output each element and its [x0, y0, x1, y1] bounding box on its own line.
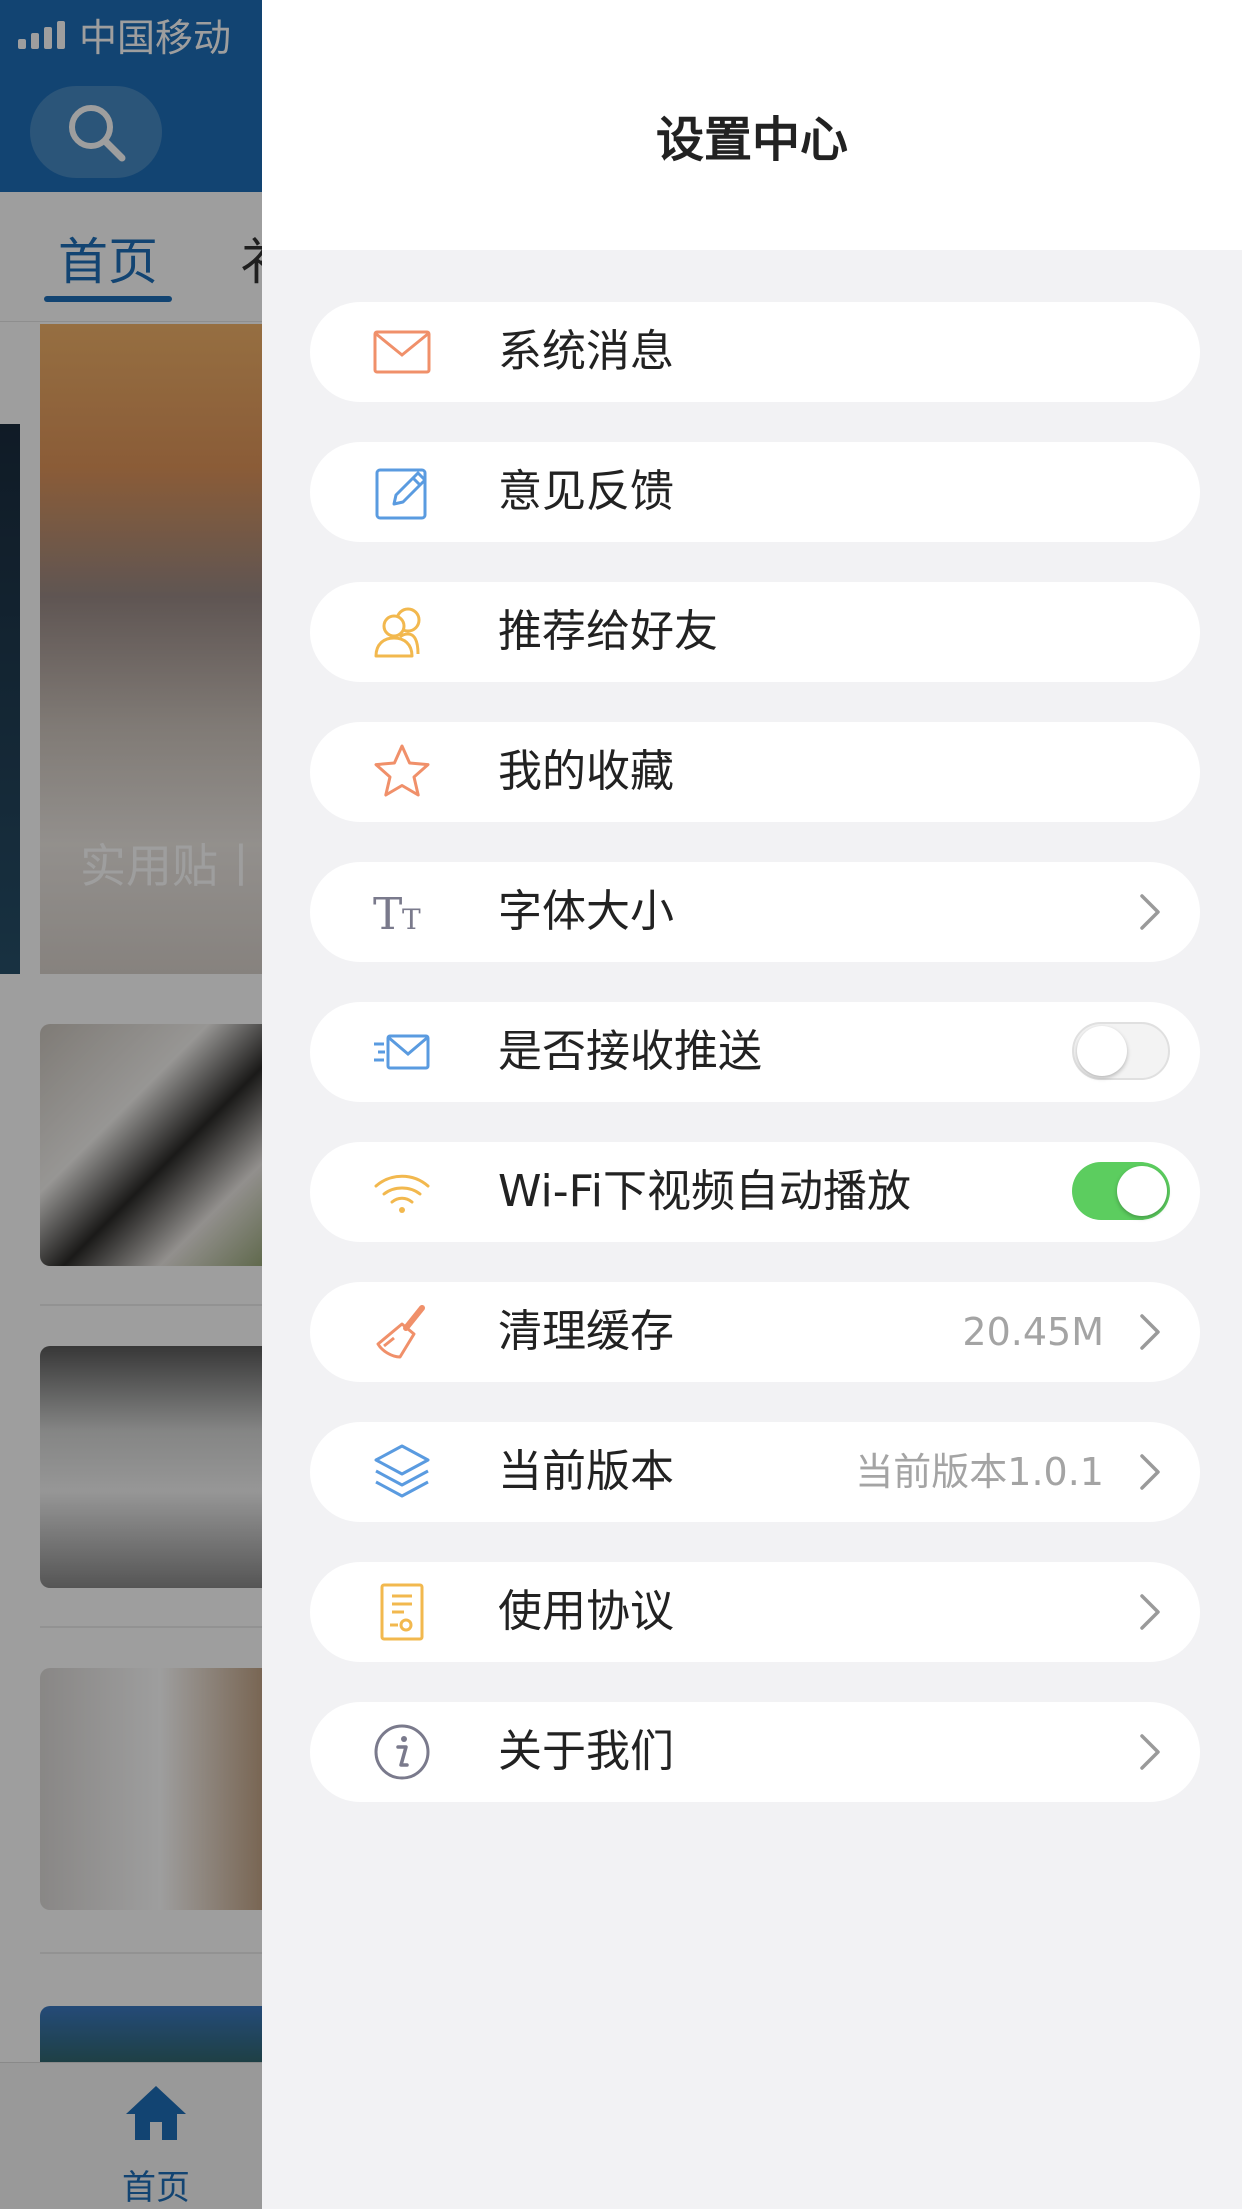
settings-item-font-size[interactable]: TT 字体大小: [310, 862, 1200, 962]
chevron-right-icon: [1140, 1734, 1160, 1770]
chevron-right-icon: [1140, 1314, 1160, 1350]
item-label: 关于我们: [498, 1726, 674, 1777]
layers-icon: [372, 1442, 432, 1502]
settings-item-terms[interactable]: 使用协议: [310, 1562, 1200, 1662]
info-icon: [372, 1722, 432, 1782]
item-label: 当前版本: [498, 1446, 674, 1497]
settings-item-recommend[interactable]: 推荐给好友: [310, 582, 1200, 682]
item-label: 字体大小: [498, 886, 674, 937]
settings-item-system-messages[interactable]: 系统消息: [310, 302, 1200, 402]
settings-item-clear-cache[interactable]: 清理缓存 20.45M: [310, 1282, 1200, 1382]
item-label: 使用协议: [498, 1586, 674, 1637]
settings-item-version[interactable]: 当前版本 当前版本1.0.1: [310, 1422, 1200, 1522]
item-label: 我的收藏: [498, 746, 674, 797]
toggle-knob: [1077, 1026, 1127, 1076]
svg-text:T: T: [402, 903, 421, 936]
item-label: 意见反馈: [498, 466, 674, 517]
item-label: 清理缓存: [498, 1306, 674, 1357]
mail-icon: [372, 322, 432, 382]
font-size-icon: TT: [372, 882, 432, 942]
cache-size-value: 20.45M: [962, 1310, 1104, 1354]
item-label: 是否接收推送: [498, 1026, 762, 1077]
chevron-right-icon: [1140, 1594, 1160, 1630]
item-label: 推荐给好友: [498, 606, 718, 657]
toggle-knob: [1117, 1166, 1167, 1216]
background-app: 中国移动 首页 衤 实用贴丨“ 首页: [0, 0, 262, 2209]
page-title: 设置中心: [655, 112, 848, 168]
version-value: 当前版本1.0.1: [855, 1450, 1104, 1494]
settings-drawer: 设置中心 系统消息 意见反馈 推荐给好友 我的收藏 T T 字体大小 是否接收推…: [262, 0, 1242, 2209]
item-label: Wi-Fi下视频自动播放: [498, 1166, 911, 1217]
chevron-right-icon: [1140, 1454, 1160, 1490]
wifi-icon: [372, 1162, 432, 1222]
users-icon: [372, 602, 432, 662]
wifi-autoplay-toggle[interactable]: [1072, 1162, 1170, 1220]
push-toggle[interactable]: [1072, 1022, 1170, 1080]
edit-icon: [372, 462, 432, 522]
chevron-right-icon: [1140, 894, 1160, 930]
settings-item-about[interactable]: 关于我们: [310, 1702, 1200, 1802]
drawer-header: 设置中心: [262, 0, 1242, 250]
document-icon: [372, 1582, 432, 1642]
settings-item-feedback[interactable]: 意见反馈: [310, 442, 1200, 542]
dim-overlay[interactable]: [0, 0, 262, 2209]
item-label: 系统消息: [498, 326, 674, 377]
push-mail-icon: [372, 1022, 432, 1082]
svg-text:T: T: [373, 889, 402, 940]
settings-item-favorites[interactable]: 我的收藏: [310, 722, 1200, 822]
settings-item-push: 是否接收推送: [310, 1002, 1200, 1102]
settings-item-wifi-autoplay: Wi-Fi下视频自动播放: [310, 1142, 1200, 1242]
brush-icon: [372, 1302, 432, 1362]
star-icon: [372, 742, 432, 802]
